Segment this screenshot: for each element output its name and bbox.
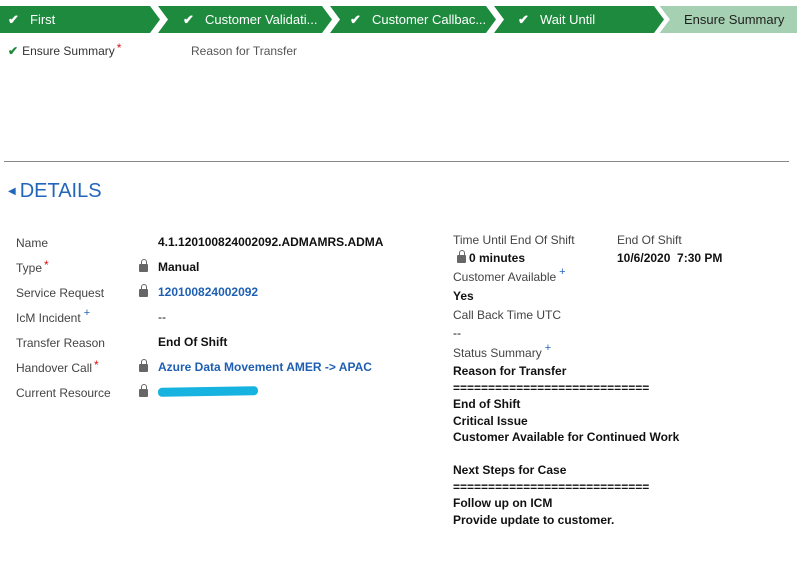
name-value[interactable]: 4.1.120100824002092.ADMAMRS.ADMA [158, 235, 398, 249]
stage-separator [150, 6, 168, 33]
service-request-label: Service Request [16, 286, 105, 300]
current-resource-label: Current Resource [16, 386, 111, 400]
recommended-marker: + [83, 307, 91, 319]
collapse-triangle-icon: ◀ [8, 186, 16, 197]
customer-available-label: Customer Available + [453, 266, 566, 284]
step-label: Ensure Summary [22, 44, 115, 58]
stage-label: Wait Until [540, 12, 596, 27]
handover-call-link[interactable]: Azure Data Movement AMER -> APAC [158, 360, 372, 374]
handover-call-label-text: Handover Call [16, 361, 93, 375]
stage-separator [654, 6, 674, 33]
customer-available-label-text: Customer Available [453, 270, 557, 284]
lock-icon [139, 384, 148, 397]
customer-available-value[interactable]: Yes [453, 289, 474, 303]
stage-label: Customer Validati... [205, 12, 318, 27]
stage-ensure-summary[interactable]: Ensure Summary [668, 6, 797, 33]
time-until-end-of-shift-value: 0 minutes [469, 251, 526, 265]
section-divider [4, 161, 789, 162]
status-summary-label: Status Summary + [453, 342, 551, 360]
required-marker: * [94, 358, 99, 372]
stage-separator [486, 6, 504, 33]
check-icon: ✔ [8, 44, 19, 58]
transfer-reason-value[interactable]: End Of Shift [158, 335, 227, 349]
icm-incident-label: IcM Incident + [16, 307, 90, 325]
icm-incident-value[interactable]: -- [158, 310, 166, 324]
stage-first[interactable]: ✔ First [8, 6, 148, 33]
business-process-bar: ✔ First ✔ Customer Validati... ✔ Customer C… [0, 6, 797, 33]
icm-incident-label-text: IcM Incident [16, 311, 81, 325]
check-icon: ✔ [8, 12, 19, 27]
check-icon: ✔ [518, 12, 529, 27]
stage-separator [322, 6, 340, 33]
type-value: Manual [158, 260, 200, 274]
check-icon: ✔ [183, 12, 194, 27]
stage-label: First [30, 12, 56, 27]
status-summary-label-text: Status Summary [453, 346, 542, 360]
redacted-current-resource [157, 386, 259, 397]
call-back-time-value[interactable]: -- [453, 326, 461, 340]
end-of-shift-value: 10/6/2020 7:30 PM [617, 251, 723, 265]
lock-icon [139, 359, 148, 372]
lock-icon [457, 250, 466, 263]
lock-icon [139, 259, 148, 272]
time-until-end-of-shift-label: Time Until End Of Shift [453, 233, 575, 247]
stage-label: Ensure Summary [684, 12, 785, 27]
handover-call-label: Handover Call * [16, 358, 99, 375]
recommended-marker: + [559, 266, 566, 278]
end-of-shift-label: End Of Shift [617, 233, 682, 247]
service-request-link[interactable]: 120100824002092 [158, 285, 258, 299]
name-label: Name [16, 236, 49, 250]
reason-for-transfer-field[interactable]: Reason for Transfer [191, 44, 297, 58]
status-summary-value[interactable]: Reason for Transfer ====================… [453, 363, 679, 528]
type-label: Type * [16, 258, 49, 275]
transfer-reason-label: Transfer Reason [16, 336, 105, 350]
stage-customer-callback[interactable]: ✔ Customer Callbac... [350, 6, 485, 33]
check-icon: ✔ [350, 12, 361, 27]
required-marker: * [44, 258, 49, 272]
stage-label: Customer Callbac... [372, 12, 485, 27]
details-section-header[interactable]: ◀ DETAILS [8, 180, 102, 203]
details-title: DETAILS [19, 180, 102, 202]
call-back-time-label: Call Back Time UTC [453, 308, 562, 322]
required-marker: * [116, 41, 122, 55]
stage-wait-until[interactable]: ✔ Wait Until [518, 6, 658, 33]
recommended-marker: + [544, 342, 552, 354]
stage-step-ensure-summary: ✔ Ensure Summary * [8, 41, 122, 58]
stage-customer-validation[interactable]: ✔ Customer Validati... [183, 6, 323, 33]
type-label-text: Type [16, 261, 43, 275]
lock-icon [139, 284, 148, 297]
